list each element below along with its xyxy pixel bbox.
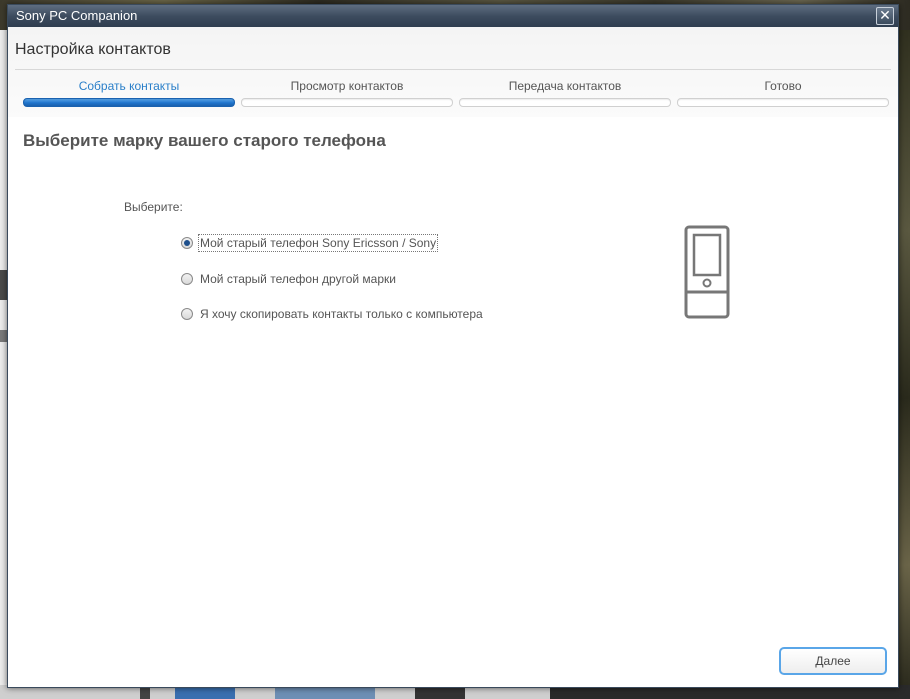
window-title: Sony PC Companion [16,8,138,23]
option-label: Мой старый телефон Sony Ericsson / Sony [197,234,439,252]
header-divider [15,69,891,70]
step-label: Собрать контакты [78,79,180,93]
close-icon: ✕ [879,7,891,23]
radio-button[interactable] [181,237,193,249]
step-label: Готово [764,79,802,93]
option-label: Я хочу скопировать контакты только с ком… [200,307,483,321]
step-transfer-contacts: Передача контактов [459,77,671,113]
window-titlebar[interactable]: Sony PC Companion ✕ [8,5,898,27]
close-button[interactable]: ✕ [876,7,894,25]
option-other-brand[interactable]: Мой старый телефон другой марки [181,270,397,288]
step-label: Передача контактов [508,79,622,93]
option-sony-phone[interactable]: Мой старый телефон Sony Ericsson / Sony [181,234,439,252]
step-label: Просмотр контактов [290,79,404,93]
option-computer-only[interactable]: Я хочу скопировать контакты только с ком… [181,305,484,323]
step-progress-bar [459,98,671,107]
option-label: Мой старый телефон другой марки [200,272,396,286]
radio-button[interactable] [181,273,193,285]
step-done: Готово [677,77,889,113]
radio-button[interactable] [181,308,193,320]
wizard-header: Настройка контактов Собрать контакты Про… [8,27,898,117]
contacts-setup-window: Sony PC Companion ✕ Настройка контактов … [7,4,899,688]
step-progress-bar [677,98,889,107]
choose-label: Выберите: [124,200,183,214]
phone-icon [684,225,730,319]
desktop-wallpaper-right [898,30,910,699]
next-button[interactable]: Далее [779,647,887,675]
page-title: Настройка контактов [15,41,171,58]
step-collect-contacts: Собрать контакты [23,77,235,113]
wizard-steps: Собрать контакты Просмотр контактов Пере… [23,77,889,113]
step-progress-bar [241,98,453,107]
section-heading: Выберите марку вашего старого телефона [23,131,386,150]
step-progress-bar [23,98,235,107]
step-view-contacts: Просмотр контактов [241,77,453,113]
